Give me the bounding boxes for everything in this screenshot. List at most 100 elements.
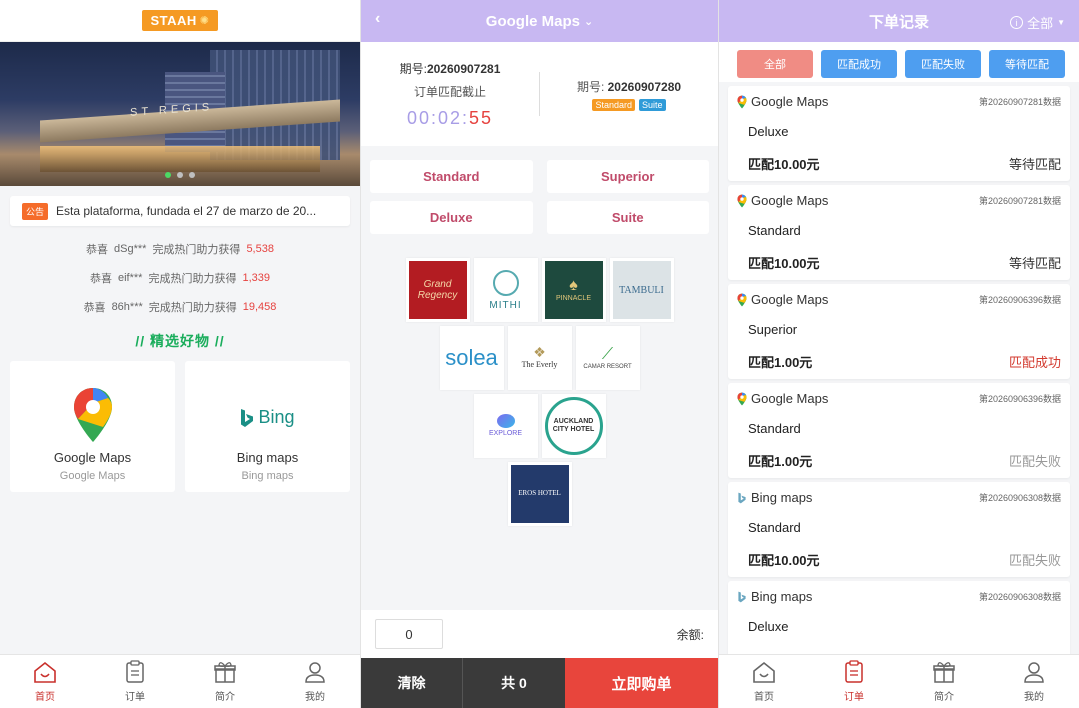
product-name: Bing maps [236,450,299,465]
product-card-google-maps[interactable]: Google Maps Google Maps [10,361,175,492]
winner-row: 恭喜 eif*** 完成热门助力获得 1,339 [0,263,360,292]
countdown-timer: 00:02:55 [361,108,539,129]
option-superior[interactable]: Superior [546,160,709,193]
tab-profile[interactable]: 我的 [989,655,1079,708]
banner-dot[interactable] [177,172,183,178]
google-maps-pin-icon [737,95,747,108]
gift-icon [214,662,236,683]
bing-icon: Bing [240,407,295,428]
tab-profile[interactable]: 我的 [270,655,360,708]
tab-intro[interactable]: 简介 [899,655,989,708]
hotel-logo-text: TAMBULI [612,261,671,319]
hotel-logo: EXPLORE [473,394,538,458]
hotel-logo-text: PINNACLE [555,294,591,302]
star-icon: ✺ [199,15,210,27]
orders-screen: 下单记录 i 全部 ▼ 全部 匹配成功 匹配失败 等待匹配 Google Map… [719,0,1079,708]
order-room: Deluxe [748,124,789,139]
home-screen: STAAH ✺ ST REGIS 公告 Esta plataforma, fun… [0,0,360,708]
order-icon [845,660,863,683]
tab-home[interactable]: 首页 [0,655,90,708]
order-app-name: Google Maps [751,193,829,208]
back-icon[interactable]: ‹ [375,10,380,28]
winner-list: 恭喜 dSg*** 完成热门助力获得 5,538 恭喜 eif*** 完成热门助… [0,234,360,321]
gift-icon [933,662,955,683]
product-card-bing-maps[interactable]: Bing Bing maps Bing maps [185,361,350,492]
result-tag: Suite [639,98,666,111]
tab-orders[interactable]: 订单 [90,655,180,708]
order-card[interactable]: Bing maps 第20260906308数据 Standard 匹配10.00元 匹… [728,482,1070,577]
total-count: 共 0 [462,658,565,708]
hotel-logo-text: EROS HOTEL [510,465,569,523]
tab-intro[interactable]: 简介 [180,655,270,708]
balance-label: 余额: [676,627,704,642]
banner-dot[interactable] [165,172,171,178]
order-room: Standard [748,421,801,436]
filter-fail-button[interactable]: 匹配失败 [905,50,981,78]
home-icon [753,661,775,683]
banner-indicator[interactable] [0,172,360,178]
hero-banner[interactable]: ST REGIS [0,42,360,186]
user-icon [305,662,325,683]
hotel-logo: ⟋ CAMAR RESORT [575,326,640,390]
google-maps-pin-icon [737,194,747,207]
order-period: 第20260906396数据 [978,394,1061,404]
order-period: 第20260907281数据 [978,97,1061,107]
match-title[interactable]: Google Maps [486,13,580,30]
tab-home[interactable]: 首页 [719,655,809,708]
notice-bar[interactable]: 公告 Esta plataforma, fundada el 27 de mar… [10,196,350,226]
user-icon [1024,662,1044,683]
option-standard[interactable]: Standard [370,160,533,193]
tab-label: 首页 [35,692,55,703]
room-options: Standard Superior Deluxe Suite [370,160,709,234]
order-amount: 匹配10.00元 [748,157,820,172]
home-header: STAAH ✺ [0,0,360,42]
order-status: 等待匹配 [1008,256,1061,271]
hotel-logo: AUCKLAND CITY HOTEL [541,394,606,458]
result-tag: Standard [592,98,635,111]
order-list: Google Maps 第20260907281数据 Deluxe 匹配10.00元等… [719,86,1079,676]
winner-user: eif*** [118,271,143,284]
winner-msg: 完成热门助力获得 [152,243,241,256]
info-icon: i [1010,16,1024,29]
tab-orders[interactable]: 订单 [809,655,899,708]
winner-prefix: 恭喜 [83,301,106,314]
hotel-logo-text: solea [445,344,498,370]
product-subtitle: Google Maps [59,470,126,482]
order-card[interactable]: Google Maps 第20260907281数据 Deluxe 匹配10.00元 等… [728,86,1070,181]
hotel-logo: Grand Regency [405,258,470,322]
option-suite[interactable]: Suite [546,201,709,234]
clear-button[interactable]: 清除 [361,658,462,708]
status-filter-bar: 全部 匹配成功 匹配失败 等待匹配 [719,42,1079,82]
brand-logo: STAAH ✺ [142,10,218,31]
order-card[interactable]: Google Maps 第20260907281数据 Standard 匹配10.00… [728,185,1070,280]
winner-user: 86h*** [111,300,143,313]
winner-prefix: 恭喜 [86,243,109,256]
chevron-down-icon[interactable]: ⌄ [584,15,593,28]
notice-badge: 公告 [22,202,49,220]
banner-dot[interactable] [189,172,195,178]
filter-waiting-button[interactable]: 等待匹配 [989,50,1065,78]
deadline-label: 订单匹配截止 [413,84,486,99]
order-card[interactable]: Google Maps 第20260906396数据 Superior 匹配1.00元… [728,284,1070,379]
bing-icon [738,591,746,602]
brand-logo-text: STAAH [150,13,197,28]
quantity-input[interactable]: 0 [375,619,443,649]
order-status: 匹配失败 [1008,454,1061,469]
buy-now-button[interactable]: 立即购单 [565,658,718,708]
order-app: Google Maps [737,193,828,208]
tab-label: 我的 [1024,692,1044,703]
filter-dropdown[interactable]: i 全部 ▼ [1010,13,1065,32]
option-deluxe[interactable]: Deluxe [370,201,533,234]
filter-all-button[interactable]: 全部 [737,50,813,78]
order-app-name: Bing maps [751,490,813,505]
order-room: Deluxe [748,619,789,634]
order-card[interactable]: Google Maps 第20260906396数据 Standard 匹配1.00元… [728,383,1070,478]
period-number: 20260907280 [607,79,682,94]
winner-msg: 完成热门助力获得 [148,301,237,314]
filter-success-button[interactable]: 匹配成功 [821,50,897,78]
hotel-logo: EROS HOTEL [507,462,572,526]
notice-text: Esta plataforma, fundada el 27 de marzo … [56,204,317,218]
order-app-name: Bing maps [751,589,813,604]
winner-user: dSg*** [114,242,147,255]
order-app: Bing maps [737,490,812,505]
